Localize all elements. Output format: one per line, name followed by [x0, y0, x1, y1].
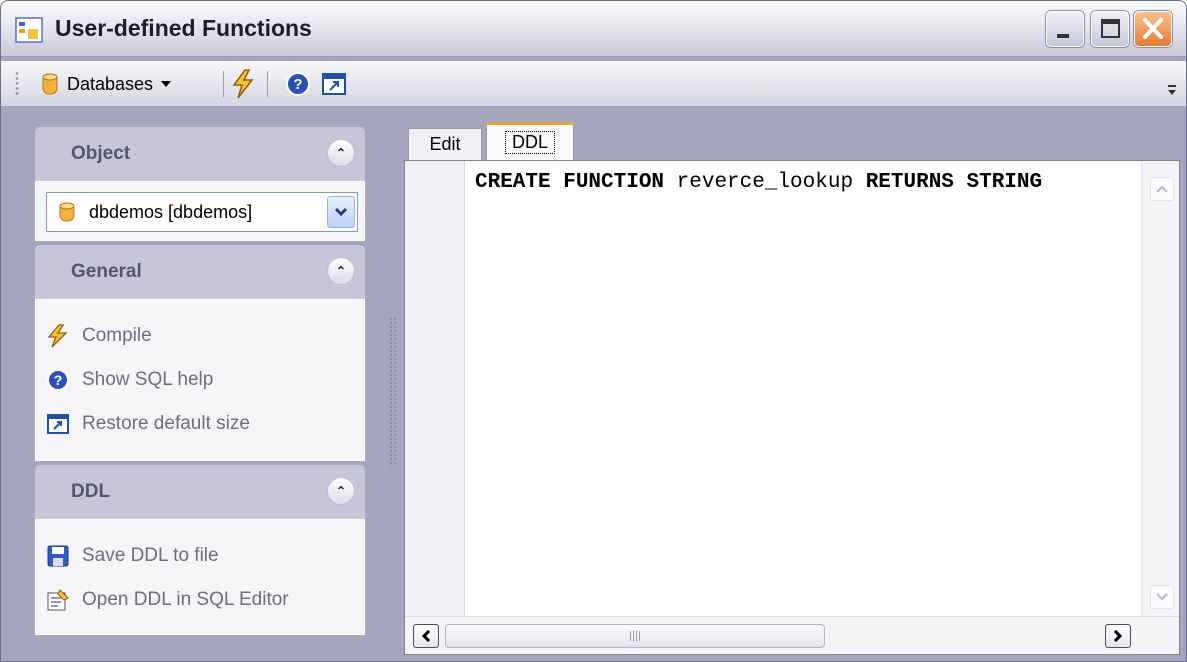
ddl-code-line[interactable]: CREATE FUNCTION reverce_lookup RETURNS S…: [475, 171, 1135, 194]
restore-default-size-task[interactable]: Restore default size: [46, 410, 250, 438]
database-icon: [42, 73, 58, 95]
toolbar-overflow-icon[interactable]: [1166, 81, 1178, 97]
compile-task[interactable]: Compile: [46, 322, 152, 350]
line-gutter: [405, 161, 465, 616]
lightning-icon: [232, 69, 254, 99]
ddl-group-title: DDL: [71, 481, 111, 502]
object-group: Object ⌃ dbdemos [dbdemos]: [35, 127, 365, 241]
selected-database: dbdemos [dbdemos]: [89, 201, 253, 222]
general-group-body: Compile ? Show SQL help Restore default …: [35, 299, 365, 461]
ddl-group-header[interactable]: DDL ⌃: [35, 465, 365, 519]
show-sql-help-label: Show SQL help: [82, 369, 214, 390]
maximize-button[interactable]: [1091, 11, 1129, 47]
compile-toolbar-button[interactable]: [231, 69, 255, 99]
lightning-icon: [47, 324, 68, 348]
close-icon: [1143, 18, 1163, 39]
toolbar-separator: [223, 71, 224, 97]
scroll-down-button[interactable]: [1150, 585, 1174, 609]
panel-splitter[interactable]: [389, 317, 397, 467]
toolbar-separator: [267, 71, 268, 97]
save-ddl-label: Save DDL to file: [82, 545, 219, 566]
chevron-right-icon: [1113, 630, 1123, 642]
sql-keyword: CREATE FUNCTION: [475, 171, 665, 194]
svg-text:?: ?: [54, 372, 63, 388]
general-group-title: General: [71, 261, 142, 282]
maximize-icon: [1101, 19, 1120, 38]
scroll-left-button[interactable]: [413, 624, 439, 648]
sql-keyword: RETURNS STRING: [865, 171, 1043, 194]
horizontal-scrollbar[interactable]: [405, 616, 1179, 654]
tab-ddl[interactable]: DDL: [486, 122, 574, 160]
scroll-thumb[interactable]: [445, 624, 825, 648]
user-defined-functions-window: User-defined Functions Databases ? Objec…: [0, 0, 1187, 662]
vertical-scrollbar[interactable]: [1141, 161, 1179, 616]
databases-label: Databases: [67, 73, 154, 94]
collapse-icon[interactable]: ⌃: [327, 477, 355, 505]
svg-text:?: ?: [293, 76, 302, 93]
open-ddl-in-editor-task[interactable]: Open DDL in SQL Editor: [46, 586, 289, 614]
open-in-editor-icon: [47, 589, 69, 611]
ddl-editor[interactable]: CREATE FUNCTION reverce_lookup RETURNS S…: [404, 160, 1180, 655]
collapse-icon[interactable]: ⌃: [327, 139, 355, 167]
object-group-title: Object: [71, 143, 131, 164]
toolbar-grip[interactable]: [15, 71, 19, 97]
help-icon: ?: [286, 72, 310, 96]
dropdown-button[interactable]: [327, 196, 355, 228]
scroll-up-button[interactable]: [1150, 177, 1174, 201]
function-name: reverce_lookup: [676, 171, 854, 194]
chevron-up-icon: [1156, 185, 1168, 193]
restore-window-icon: [322, 73, 346, 95]
general-group: General ⌃ Compile ? Show SQL help Restor…: [35, 245, 365, 461]
restore-window-icon: [47, 414, 69, 434]
app-icon: [15, 17, 43, 43]
title-bar[interactable]: User-defined Functions: [1, 1, 1186, 57]
tab-edit[interactable]: Edit: [408, 128, 482, 160]
ddl-group: DDL ⌃ Save DDL to file Open DDL in SQL E…: [35, 465, 365, 635]
databases-dropdown[interactable]: Databases: [41, 69, 172, 99]
open-ddl-in-editor-label: Open DDL in SQL Editor: [82, 589, 289, 610]
tab-ddl-label: DDL: [504, 131, 555, 154]
chevron-down-icon: [334, 207, 348, 217]
close-button[interactable]: [1134, 11, 1172, 47]
minimize-button[interactable]: [1046, 11, 1084, 47]
compile-label: Compile: [82, 325, 152, 346]
database-icon: [59, 202, 75, 222]
floppy-disk-icon: [47, 545, 69, 567]
tab-strip: Edit DDL: [404, 122, 1180, 160]
restore-size-toolbar-button[interactable]: [321, 69, 347, 99]
chevron-down-icon: [161, 81, 172, 87]
ddl-group-body: Save DDL to file Open DDL in SQL Editor: [35, 519, 365, 635]
window-title: User-defined Functions: [55, 15, 312, 41]
scroll-right-button[interactable]: [1105, 624, 1131, 648]
toolbar: Databases ?: [1, 61, 1186, 107]
save-ddl-task[interactable]: Save DDL to file: [46, 542, 219, 570]
sql-help-toolbar-button[interactable]: ?: [285, 69, 311, 99]
restore-default-size-label: Restore default size: [82, 413, 250, 434]
object-group-body: dbdemos [dbdemos]: [35, 181, 365, 241]
chevron-left-icon: [421, 630, 431, 642]
collapse-icon[interactable]: ⌃: [327, 257, 355, 285]
scroll-grip-icon: [630, 631, 640, 641]
general-group-header[interactable]: General ⌃: [35, 245, 365, 299]
object-group-header[interactable]: Object ⌃: [35, 127, 365, 181]
minimize-icon: [1057, 34, 1069, 38]
database-selector[interactable]: dbdemos [dbdemos]: [46, 192, 358, 232]
chevron-down-icon: [1156, 593, 1168, 601]
help-icon: ?: [47, 369, 69, 391]
show-sql-help-task[interactable]: ? Show SQL help: [46, 366, 213, 394]
